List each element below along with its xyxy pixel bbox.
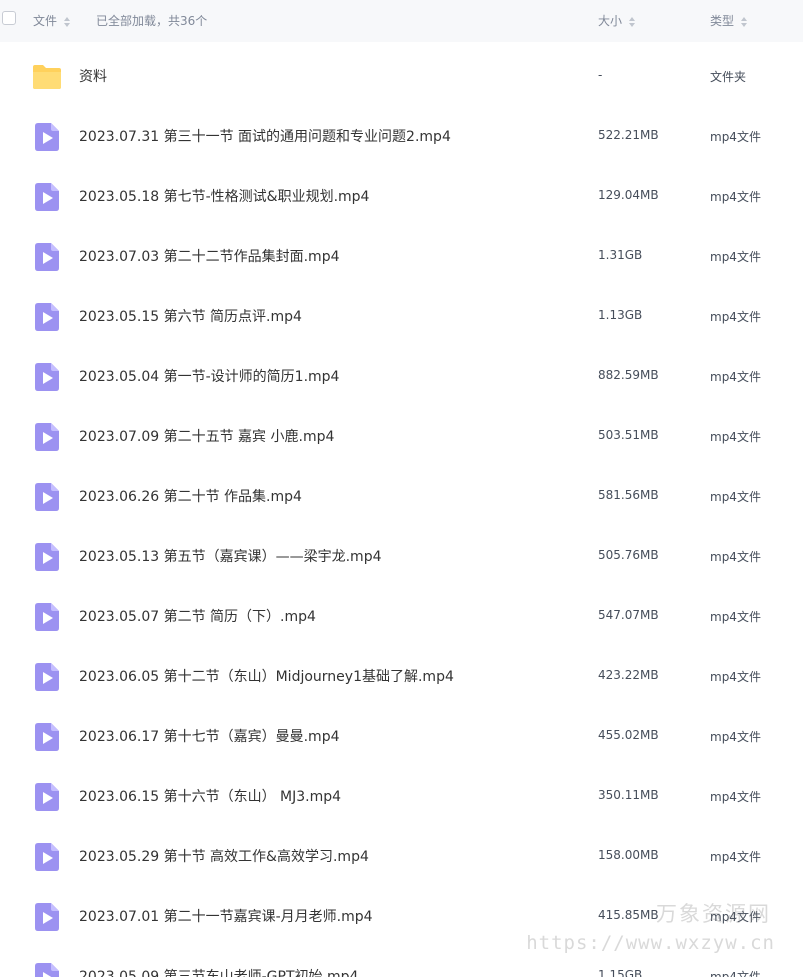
video-file-icon <box>32 302 62 332</box>
load-status-text: 已全部加载，共36个 <box>96 14 208 28</box>
video-file-icon <box>32 662 62 692</box>
file-name[interactable]: 2023.05.18 第七节-性格测试&职业规划.mp4 <box>79 186 369 206</box>
file-name[interactable]: 2023.07.09 第二十五节 嘉宾 小鹿.mp4 <box>79 426 334 446</box>
file-size: 522.21MB <box>598 128 659 142</box>
video-file-icon <box>32 722 62 752</box>
video-file-icon <box>32 242 62 272</box>
file-type: mp4文件 <box>710 910 761 924</box>
video-file-icon <box>32 602 62 632</box>
file-name[interactable]: 2023.06.15 第十六节（东山） MJ3.mp4 <box>79 786 341 806</box>
file-row[interactable]: 2023.06.15 第十六节（东山） MJ3.mp4 350.11MB mp4文件 <box>0 766 803 826</box>
file-name[interactable]: 资料 <box>79 66 107 86</box>
file-name[interactable]: 2023.06.17 第十七节（嘉宾）曼曼.mp4 <box>79 726 340 746</box>
file-row[interactable]: 2023.07.03 第二十二节作品集封面.mp4 1.31GB mp4文件 <box>0 226 803 286</box>
file-name[interactable]: 2023.06.05 第十二节（东山）Midjourney1基础了解.mp4 <box>79 666 454 686</box>
file-name[interactable]: 2023.06.26 第二十节 作品集.mp4 <box>79 486 302 506</box>
file-row[interactable]: 2023.07.09 第二十五节 嘉宾 小鹿.mp4 503.51MB mp4文件 <box>0 406 803 466</box>
video-file-icon <box>32 782 62 812</box>
file-name[interactable]: 2023.07.31 第三十一节 面试的通用问题和专业问题2.mp4 <box>79 126 451 146</box>
sort-arrows-icon <box>628 16 635 27</box>
file-row[interactable]: 资料 - 文件夹 <box>0 46 803 106</box>
column-header-type[interactable]: 类型 <box>710 12 747 29</box>
file-type: mp4文件 <box>710 310 761 324</box>
file-size: 423.22MB <box>598 668 659 682</box>
file-row[interactable]: 2023.07.01 第二十一节嘉宾课-月月老师.mp4 415.85MB mp4文… <box>0 886 803 946</box>
video-file-icon <box>32 962 62 977</box>
file-type: mp4文件 <box>710 130 761 144</box>
file-row[interactable]: 2023.05.15 第六节 简历点评.mp4 1.13GB mp4文件 <box>0 286 803 346</box>
sort-arrows-icon <box>740 16 747 27</box>
file-type: mp4文件 <box>710 670 761 684</box>
file-name[interactable]: 2023.05.07 第二节 简历（下）.mp4 <box>79 606 316 626</box>
file-row[interactable]: 2023.05.18 第七节-性格测试&职业规划.mp4 129.04MB mp4文… <box>0 166 803 226</box>
file-list-page: 文件 已全部加载，共36个 大小 类型 资料 - 文件夹 2023.07.31 第三十… <box>0 0 803 977</box>
file-type: mp4文件 <box>710 970 761 977</box>
file-row[interactable]: 2023.07.31 第三十一节 面试的通用问题和专业问题2.mp4 522.21… <box>0 106 803 166</box>
file-list: 资料 - 文件夹 2023.07.31 第三十一节 面试的通用问题和专业问题2.mp4… <box>0 46 803 977</box>
file-name[interactable]: 2023.07.01 第二十一节嘉宾课-月月老师.mp4 <box>79 906 373 926</box>
file-size: 505.76MB <box>598 548 659 562</box>
file-row[interactable]: 2023.06.17 第十七节（嘉宾）曼曼.mp4 455.02MB mp4文件 <box>0 706 803 766</box>
file-size: 1.15GB <box>598 968 643 977</box>
file-size: 415.85MB <box>598 908 659 922</box>
column-header-type-label: 类型 <box>710 14 735 28</box>
folder-icon <box>32 62 62 92</box>
file-size: 882.59MB <box>598 368 659 382</box>
video-file-icon <box>32 182 62 212</box>
video-file-icon <box>32 122 62 152</box>
file-row[interactable]: 2023.05.09 第三节东山老师-GPT初始.mp4 1.15GB mp4文件 <box>0 946 803 977</box>
sort-arrows-icon <box>63 16 70 27</box>
file-type: mp4文件 <box>710 490 761 504</box>
file-type: 文件夹 <box>710 70 747 84</box>
file-name[interactable]: 2023.07.03 第二十二节作品集封面.mp4 <box>79 246 340 266</box>
video-file-icon <box>32 482 62 512</box>
video-file-icon <box>32 842 62 872</box>
file-size: - <box>598 68 603 82</box>
file-type: mp4文件 <box>710 610 761 624</box>
file-row[interactable]: 2023.06.05 第十二节（东山）Midjourney1基础了解.mp4 42… <box>0 646 803 706</box>
column-header-file[interactable]: 文件 <box>33 12 70 29</box>
file-type: mp4文件 <box>710 790 761 804</box>
file-size: 1.31GB <box>598 248 643 262</box>
file-size: 581.56MB <box>598 488 659 502</box>
video-file-icon <box>32 422 62 452</box>
file-name[interactable]: 2023.05.13 第五节（嘉宾课）——梁宇龙.mp4 <box>79 546 382 566</box>
file-row[interactable]: 2023.05.13 第五节（嘉宾课）——梁宇龙.mp4 505.76MB mp4文… <box>0 526 803 586</box>
file-row[interactable]: 2023.05.29 第十节 高效工作&高效学习.mp4 158.00MB mp4文… <box>0 826 803 886</box>
file-name[interactable]: 2023.05.15 第六节 简历点评.mp4 <box>79 306 302 326</box>
file-type: mp4文件 <box>710 730 761 744</box>
file-row[interactable]: 2023.05.04 第一节-设计师的简历1.mp4 882.59MB mp4文件 <box>0 346 803 406</box>
list-header: 文件 已全部加载，共36个 大小 类型 <box>0 0 803 42</box>
file-type: mp4文件 <box>710 850 761 864</box>
video-file-icon <box>32 902 62 932</box>
file-type: mp4文件 <box>710 250 761 264</box>
file-size: 1.13GB <box>598 308 643 322</box>
file-size: 503.51MB <box>598 428 659 442</box>
column-header-file-label: 文件 <box>33 14 58 28</box>
column-header-size-label: 大小 <box>598 14 623 28</box>
file-name[interactable]: 2023.05.29 第十节 高效工作&高效学习.mp4 <box>79 846 369 866</box>
file-type: mp4文件 <box>710 550 761 564</box>
file-size: 350.11MB <box>598 788 659 802</box>
select-all-checkbox[interactable] <box>2 11 16 25</box>
file-row[interactable]: 2023.06.26 第二十节 作品集.mp4 581.56MB mp4文件 <box>0 466 803 526</box>
file-type: mp4文件 <box>710 370 761 384</box>
file-name[interactable]: 2023.05.09 第三节东山老师-GPT初始.mp4 <box>79 966 358 977</box>
file-name[interactable]: 2023.05.04 第一节-设计师的简历1.mp4 <box>79 366 339 386</box>
column-header-size[interactable]: 大小 <box>598 12 635 29</box>
video-file-icon <box>32 362 62 392</box>
file-type: mp4文件 <box>710 430 761 444</box>
file-size: 158.00MB <box>598 848 659 862</box>
file-size: 455.02MB <box>598 728 659 742</box>
file-size: 547.07MB <box>598 608 659 622</box>
file-row[interactable]: 2023.05.07 第二节 简历（下）.mp4 547.07MB mp4文件 <box>0 586 803 646</box>
video-file-icon <box>32 542 62 572</box>
file-size: 129.04MB <box>598 188 659 202</box>
file-type: mp4文件 <box>710 190 761 204</box>
